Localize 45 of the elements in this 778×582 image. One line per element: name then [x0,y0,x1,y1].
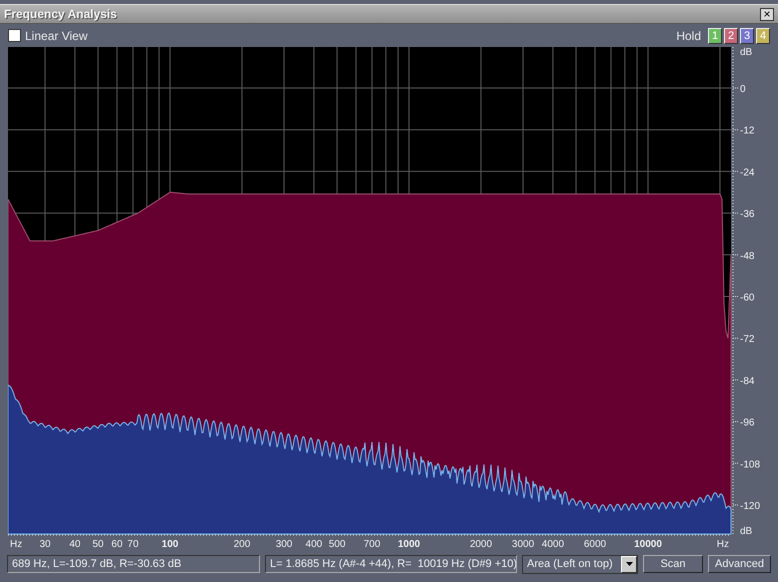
axis-label: Hz [716,539,729,549]
axis-label: 60 [111,539,123,549]
axis-label: 200 [234,539,250,549]
axis-label: -120 [740,501,760,512]
axis-label: 700 [364,539,380,549]
display-mode-dropdown[interactable]: Area (Left on top) [522,554,638,574]
axis-label: -60 [740,292,754,304]
axis-label: 6000 [584,539,606,549]
axis-label: 30 [39,539,51,549]
close-button[interactable]: × [760,8,774,20]
axis-label: 70 [127,539,139,549]
action-button[interactable]: Scan [643,555,703,573]
axis-label: 400 [306,539,322,549]
action-button[interactable]: Advanced [708,555,771,573]
axis-label: -96 [740,418,754,429]
axis-label: 10000 [634,539,662,549]
axis-label: 2000 [470,539,492,549]
axis-label: 1000 [398,539,420,549]
axis-label: 50 [92,539,104,549]
axis-label: 0 [740,84,746,95]
cursor-readout: 689 Hz, L=-109.7 dB, R=-30.63 dB [7,555,260,573]
axis-label: dB [740,526,752,537]
axis-label: -12 [740,126,754,137]
axis-label: 300 [276,539,292,549]
axis-label: Hz [10,539,22,549]
axis-label: -108 [740,459,760,470]
axis-label: -48 [740,250,754,262]
checkbox[interactable] [8,29,21,42]
axis-label: -24 [740,167,754,178]
axis-label: -84 [740,376,754,387]
axis-label: 500 [328,539,346,549]
axis-label: 40 [69,539,80,549]
hold-button[interactable]: 3 [740,28,754,44]
hold-button[interactable]: 2 [724,28,738,44]
axis-label: -36 [740,209,754,220]
axis-label: -72 [740,334,754,346]
caret-icon [626,562,632,566]
axis-label: 100 [162,539,178,549]
peak-readout: L= 1.8685 Hz (A#-4 +44), R= 10019 Hz (D#9 +10) [265,555,517,573]
checkbox-label: Linear View [25,28,88,42]
hold-label: Hold [676,28,701,42]
window-title: Frequency Analysis [4,7,117,21]
axis-label: dB [740,47,752,58]
axis-label: 4000 [542,539,564,549]
axis-label: 3000 [512,539,534,549]
